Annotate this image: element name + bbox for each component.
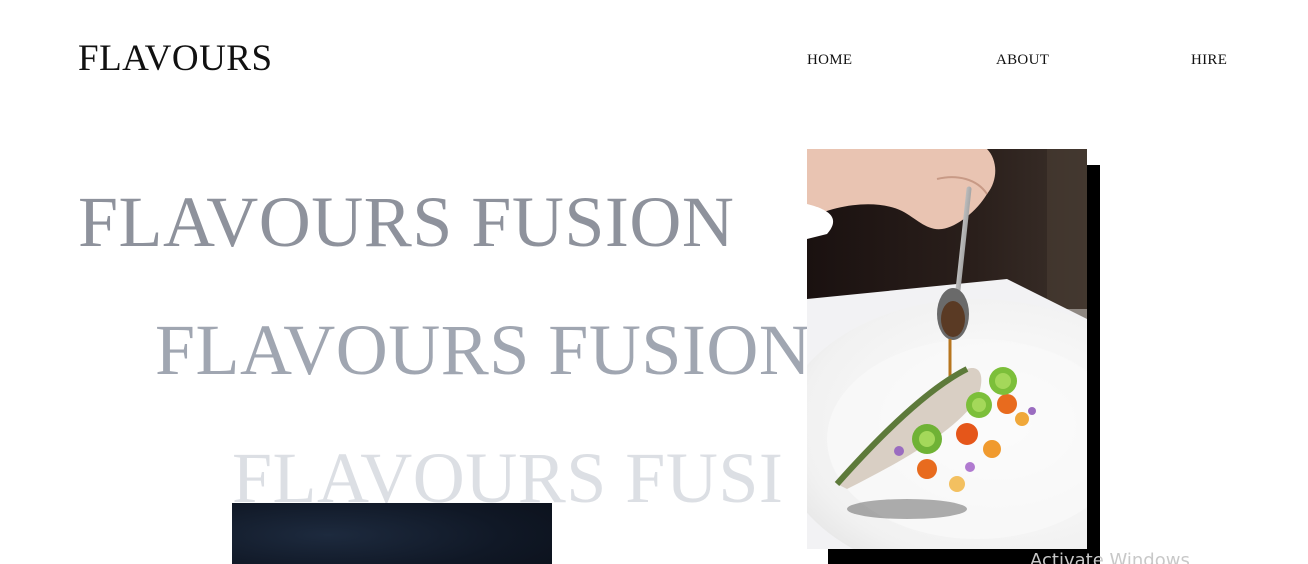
nav-about-link[interactable]: ABOUT	[996, 53, 1049, 68]
plated-dish-illustration	[807, 149, 1087, 549]
hero-heading-1: FLAVOURS FUSION	[78, 182, 735, 262]
dark-image-block	[232, 503, 552, 564]
brand-logo[interactable]: FLAVOURS	[78, 40, 273, 77]
page: FLAVOURS HOME ABOUT HIRE FLAVOURS FUSION…	[0, 0, 1308, 564]
dish-photo	[807, 149, 1087, 549]
activate-windows-watermark: Activate Windows	[1030, 550, 1190, 564]
hero-heading-2: FLAVOURS FUSION	[155, 310, 812, 390]
nav-hire-link[interactable]: HIRE	[1191, 53, 1227, 68]
nav-home-link[interactable]: HOME	[807, 53, 852, 68]
